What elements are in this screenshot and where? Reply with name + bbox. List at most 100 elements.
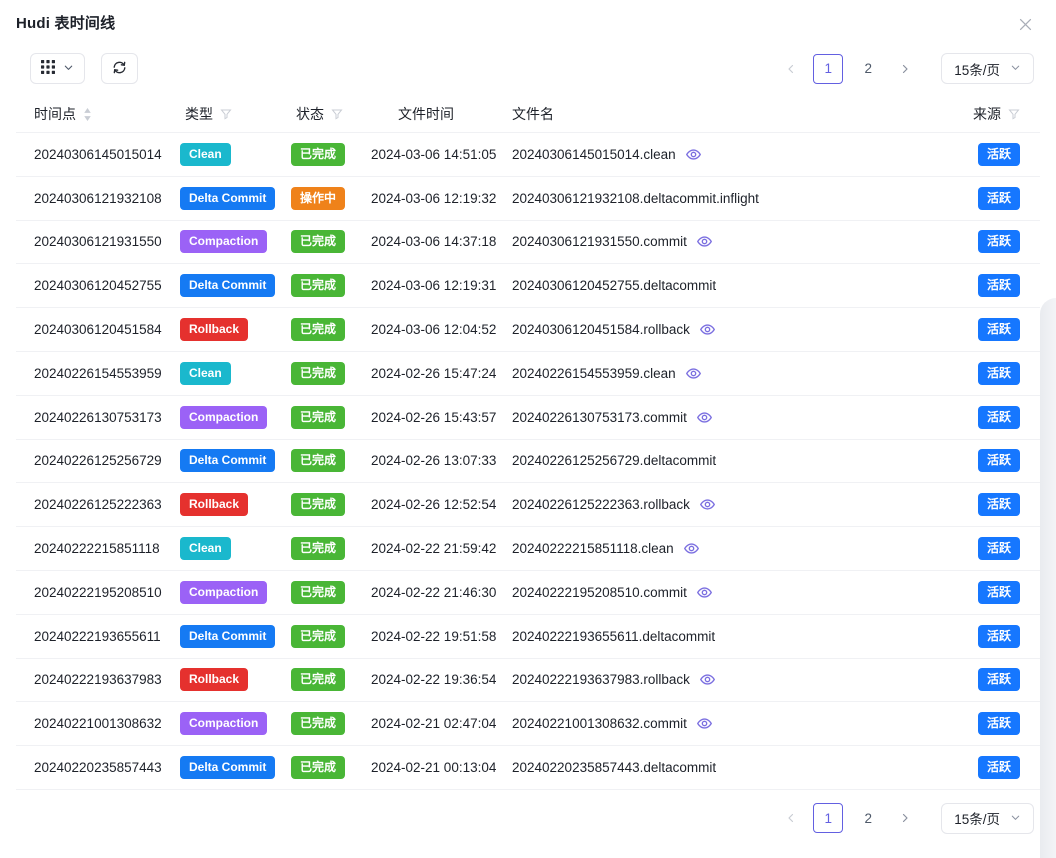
type-badge: Clean bbox=[180, 537, 231, 560]
sorter-icon[interactable] bbox=[83, 108, 92, 121]
cell-filename: 20240226130753173.commit bbox=[512, 409, 944, 426]
chevron-right-icon[interactable] bbox=[893, 57, 917, 81]
cell-source: 活跃 bbox=[944, 712, 1040, 735]
cell-source: 活跃 bbox=[944, 187, 1040, 210]
type-badge: Rollback bbox=[180, 318, 248, 341]
column-header-type: 类型 bbox=[180, 104, 291, 124]
filename-text: 20240226130753173.commit bbox=[512, 410, 687, 425]
cell-file-time: 2024-02-22 19:51:58 bbox=[371, 629, 512, 644]
view-file-icon[interactable] bbox=[685, 146, 702, 163]
chevron-left-icon[interactable] bbox=[779, 806, 803, 830]
column-label: 类型 bbox=[185, 104, 213, 124]
page-size-value: 15条/页 bbox=[954, 59, 1000, 79]
status-badge: 已完成 bbox=[291, 668, 345, 691]
cell-timestamp: 20240222215851118 bbox=[16, 541, 180, 556]
type-badge: Delta Commit bbox=[180, 625, 275, 648]
filter-icon[interactable] bbox=[1008, 108, 1020, 120]
column-header-status: 状态 bbox=[291, 104, 371, 124]
background-page-edge bbox=[1040, 298, 1056, 858]
source-badge: 活跃 bbox=[978, 143, 1020, 166]
refresh-button[interactable] bbox=[101, 53, 138, 84]
cell-type: Compaction bbox=[180, 230, 291, 253]
view-file-icon[interactable] bbox=[696, 409, 713, 426]
source-badge: 活跃 bbox=[978, 230, 1020, 253]
cell-filename: 20240306120451584.rollback bbox=[512, 321, 944, 338]
view-file-icon[interactable] bbox=[685, 365, 702, 382]
type-badge: Compaction bbox=[180, 406, 267, 429]
view-file-icon[interactable] bbox=[696, 233, 713, 250]
modal-header: Hudi 表时间线 bbox=[0, 0, 1056, 45]
view-file-icon[interactable] bbox=[696, 584, 713, 601]
page-size-value: 15条/页 bbox=[954, 808, 1000, 828]
table-row: 20240222193655611 Delta Commit 已完成 2024-… bbox=[16, 615, 1040, 659]
page-size-select[interactable]: 15条/页 bbox=[941, 803, 1034, 834]
type-badge: Compaction bbox=[180, 230, 267, 253]
status-badge: 操作中 bbox=[291, 187, 345, 210]
cell-type: Rollback bbox=[180, 318, 291, 341]
view-file-icon[interactable] bbox=[683, 540, 700, 557]
cell-filename: 20240222193655611.deltacommit bbox=[512, 629, 944, 644]
cell-filename: 20240221001308632.commit bbox=[512, 715, 944, 732]
cell-filename: 20240220235857443.deltacommit bbox=[512, 760, 944, 775]
cell-status: 已完成 bbox=[291, 274, 371, 297]
filter-icon[interactable] bbox=[331, 108, 343, 120]
cell-status: 操作中 bbox=[291, 187, 371, 210]
table-row: 20240306120452755 Delta Commit 已完成 2024-… bbox=[16, 264, 1040, 308]
cell-file-time: 2024-02-26 15:47:24 bbox=[371, 366, 512, 381]
table-body: 20240306145015014 Clean 已完成 2024-03-06 1… bbox=[16, 133, 1040, 790]
cell-source: 活跃 bbox=[944, 230, 1040, 253]
page-button-2[interactable]: 2 bbox=[853, 54, 883, 84]
cell-type: Compaction bbox=[180, 712, 291, 735]
filename-text: 20240222193637983.rollback bbox=[512, 672, 690, 687]
cell-timestamp: 20240306121931550 bbox=[16, 234, 180, 249]
filename-text: 20240306120451584.rollback bbox=[512, 322, 690, 337]
page-button-1[interactable]: 1 bbox=[813, 803, 843, 833]
cell-timestamp: 20240306120452755 bbox=[16, 278, 180, 293]
type-badge: Compaction bbox=[180, 581, 267, 604]
page-button-2[interactable]: 2 bbox=[853, 803, 883, 833]
cell-source: 活跃 bbox=[944, 668, 1040, 691]
hudi-timeline-modal: Hudi 表时间线 bbox=[0, 0, 1040, 847]
cell-filename: 20240306145015014.clean bbox=[512, 146, 944, 163]
cell-timestamp: 20240226154553959 bbox=[16, 366, 180, 381]
type-badge: Clean bbox=[180, 143, 231, 166]
cell-timestamp: 20240306120451584 bbox=[16, 322, 180, 337]
filename-text: 20240306121931550.commit bbox=[512, 234, 687, 249]
view-file-icon[interactable] bbox=[696, 715, 713, 732]
status-badge: 已完成 bbox=[291, 318, 345, 341]
page-size-select[interactable]: 15条/页 bbox=[941, 53, 1034, 84]
cell-status: 已完成 bbox=[291, 406, 371, 429]
table-header: 时间点 类型 状态 文件时间 文件名 bbox=[16, 96, 1040, 133]
chevron-right-icon[interactable] bbox=[893, 806, 917, 830]
filter-icon[interactable] bbox=[220, 108, 232, 120]
type-badge: Delta Commit bbox=[180, 274, 275, 297]
cell-filename: 20240306121931550.commit bbox=[512, 233, 944, 250]
cell-filename: 20240306120452755.deltacommit bbox=[512, 278, 944, 293]
timeline-table: 时间点 类型 状态 文件时间 文件名 bbox=[16, 96, 1040, 790]
source-badge: 活跃 bbox=[978, 318, 1020, 341]
type-badge: Clean bbox=[180, 362, 231, 385]
cell-source: 活跃 bbox=[944, 318, 1040, 341]
table-row: 20240306121932108 Delta Commit 操作中 2024-… bbox=[16, 177, 1040, 221]
cell-timestamp: 20240222195208510 bbox=[16, 585, 180, 600]
status-badge: 已完成 bbox=[291, 230, 345, 253]
cell-filename: 20240222193637983.rollback bbox=[512, 671, 944, 688]
filename-text: 20240222215851118.clean bbox=[512, 541, 674, 556]
view-file-icon[interactable] bbox=[699, 496, 716, 513]
cell-source: 活跃 bbox=[944, 274, 1040, 297]
close-button[interactable] bbox=[1013, 12, 1038, 37]
cell-source: 活跃 bbox=[944, 406, 1040, 429]
pagination-bottom: 1 2 15条/页 bbox=[779, 803, 1034, 834]
source-badge: 活跃 bbox=[978, 668, 1020, 691]
table-row: 20240226130753173 Compaction 已完成 2024-02… bbox=[16, 396, 1040, 440]
chevron-left-icon[interactable] bbox=[779, 57, 803, 81]
columns-dropdown-button[interactable] bbox=[30, 53, 85, 84]
modal-footer: 1 2 15条/页 bbox=[0, 790, 1056, 847]
source-badge: 活跃 bbox=[978, 493, 1020, 516]
view-file-icon[interactable] bbox=[699, 671, 716, 688]
source-badge: 活跃 bbox=[978, 625, 1020, 648]
view-file-icon[interactable] bbox=[699, 321, 716, 338]
cell-type: Delta Commit bbox=[180, 449, 291, 472]
cell-timestamp: 20240306121932108 bbox=[16, 191, 180, 206]
page-button-1[interactable]: 1 bbox=[813, 54, 843, 84]
